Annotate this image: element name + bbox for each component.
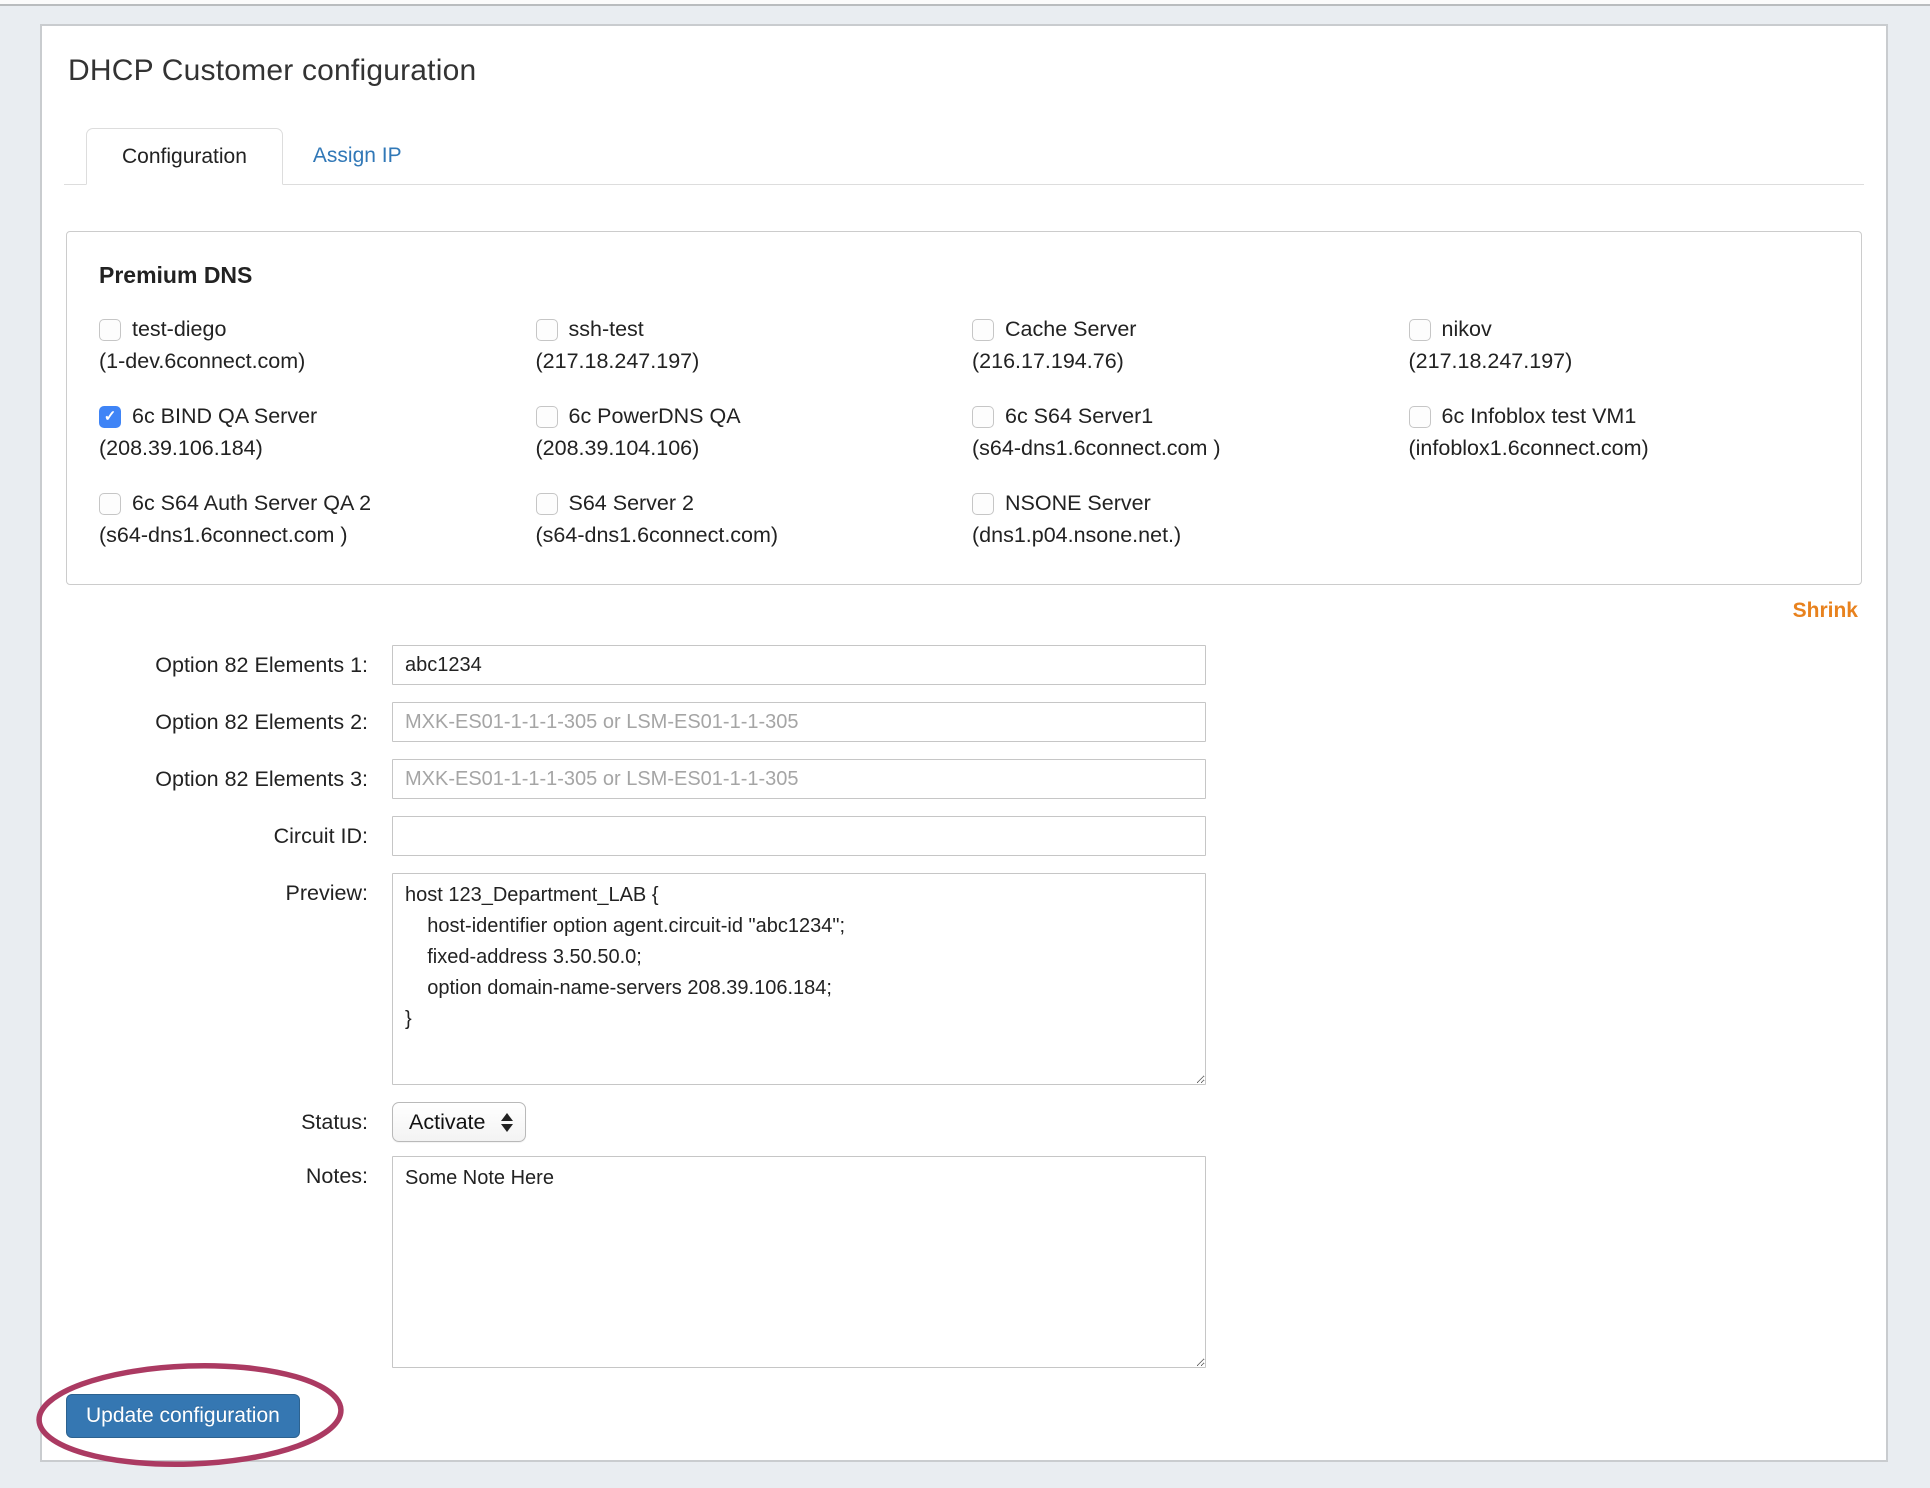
- option82-2-row: Option 82 Elements 2:: [42, 702, 1886, 742]
- tab-bar: Configuration Assign IP: [64, 128, 1864, 185]
- dns-checkbox[interactable]: [536, 493, 558, 515]
- dns-server-host: (216.17.194.76): [972, 349, 1393, 374]
- dns-server-name: ssh-test: [569, 317, 644, 342]
- dns-server-host: (1-dev.6connect.com): [99, 349, 520, 374]
- select-arrows-icon: [501, 1113, 513, 1132]
- dns-server-name: 6c BIND QA Server: [132, 404, 317, 429]
- dns-server-option[interactable]: S64 Server 2 (s64-dns1.6connect.com): [536, 491, 957, 548]
- dns-server-option[interactable]: 6c S64 Auth Server QA 2 (s64-dns1.6conne…: [99, 491, 520, 548]
- option82-1-input[interactable]: [392, 645, 1206, 685]
- dns-server-name: NSONE Server: [1005, 491, 1151, 516]
- update-configuration-button[interactable]: Update configuration: [66, 1394, 300, 1438]
- dns-checkbox[interactable]: [1409, 406, 1431, 428]
- dns-server-name: Cache Server: [1005, 317, 1136, 342]
- dns-server-option[interactable]: NSONE Server (dns1.p04.nsone.net.): [972, 491, 1393, 548]
- dhcp-configuration-card: DHCP Customer configuration Configuratio…: [40, 24, 1888, 1462]
- dns-checkbox[interactable]: [972, 406, 994, 428]
- preview-textarea[interactable]: host 123_Department_LAB { host-identifie…: [392, 873, 1206, 1085]
- dns-checkbox[interactable]: ✓: [99, 406, 121, 428]
- status-row: Status: Activate: [42, 1102, 1886, 1142]
- option82-1-label: Option 82 Elements 1:: [42, 645, 392, 685]
- circuit-id-row: Circuit ID:: [42, 816, 1886, 856]
- dns-server-option[interactable]: test-diego (1-dev.6connect.com): [99, 317, 520, 374]
- status-selected-value: Activate: [409, 1110, 485, 1135]
- dns-server-option[interactable]: 6c PowerDNS QA (208.39.104.106): [536, 404, 957, 461]
- page-title: DHCP Customer configuration: [68, 54, 1886, 88]
- dns-server-host: (s64-dns1.6connect.com ): [972, 436, 1393, 461]
- circuit-id-label: Circuit ID:: [42, 816, 392, 856]
- button-row: Update configuration: [66, 1394, 1886, 1438]
- dns-server-option[interactable]: nikov (217.18.247.197): [1409, 317, 1830, 374]
- preview-row: Preview: host 123_Department_LAB { host-…: [42, 873, 1886, 1085]
- dns-checkbox[interactable]: [536, 406, 558, 428]
- dns-server-name: 6c S64 Auth Server QA 2: [132, 491, 371, 516]
- status-select[interactable]: Activate: [392, 1102, 526, 1142]
- dns-checkbox[interactable]: [972, 493, 994, 515]
- premium-dns-panel: Premium DNS test-diego (1-dev.6connect.c…: [66, 231, 1862, 585]
- dns-server-host: (dns1.p04.nsone.net.): [972, 523, 1393, 548]
- preview-label: Preview:: [42, 873, 392, 1085]
- tab-assign-ip[interactable]: Assign IP: [283, 128, 432, 184]
- dns-server-option[interactable]: Cache Server (216.17.194.76): [972, 317, 1393, 374]
- option82-1-row: Option 82 Elements 1:: [42, 645, 1886, 685]
- dns-server-host: (s64-dns1.6connect.com ): [99, 523, 520, 548]
- shrink-link[interactable]: Shrink: [1793, 599, 1858, 622]
- dns-server-host: (s64-dns1.6connect.com): [536, 523, 957, 548]
- dns-server-name: 6c Infoblox test VM1: [1442, 404, 1637, 429]
- dns-server-option[interactable]: ssh-test (217.18.247.197): [536, 317, 957, 374]
- option82-2-label: Option 82 Elements 2:: [42, 702, 392, 742]
- dns-checkbox[interactable]: [99, 493, 121, 515]
- tab-configuration[interactable]: Configuration: [86, 128, 283, 185]
- dns-server-grid: test-diego (1-dev.6connect.com) ssh-test…: [99, 317, 1829, 548]
- dns-server-host: (217.18.247.197): [1409, 349, 1830, 374]
- dns-server-host: (208.39.106.184): [99, 436, 520, 461]
- dns-server-host: (217.18.247.197): [536, 349, 957, 374]
- dns-server-option[interactable]: 6c S64 Server1 (s64-dns1.6connect.com ): [972, 404, 1393, 461]
- dns-server-name: 6c S64 Server1: [1005, 404, 1153, 429]
- notes-textarea[interactable]: Some Note Here: [392, 1156, 1206, 1368]
- dns-checkbox[interactable]: [99, 319, 121, 341]
- browser-top-strip: [0, 0, 1930, 6]
- status-label: Status:: [42, 1102, 392, 1142]
- notes-row: Notes: Some Note Here: [42, 1156, 1886, 1368]
- dns-server-host: (infoblox1.6connect.com): [1409, 436, 1830, 461]
- option82-3-row: Option 82 Elements 3:: [42, 759, 1886, 799]
- shrink-row: Shrink: [42, 599, 1858, 623]
- dns-server-host: (208.39.104.106): [536, 436, 957, 461]
- dns-server-option[interactable]: 6c Infoblox test VM1 (infoblox1.6connect…: [1409, 404, 1830, 461]
- dns-server-name: test-diego: [132, 317, 226, 342]
- configuration-form: Option 82 Elements 1: Option 82 Elements…: [42, 645, 1886, 1368]
- notes-label: Notes:: [42, 1156, 392, 1368]
- dns-checkbox[interactable]: [972, 319, 994, 341]
- option82-2-input[interactable]: [392, 702, 1206, 742]
- dns-checkbox[interactable]: [1409, 319, 1431, 341]
- dns-server-name: nikov: [1442, 317, 1492, 342]
- option82-3-input[interactable]: [392, 759, 1206, 799]
- dns-checkbox[interactable]: [536, 319, 558, 341]
- dns-server-name: S64 Server 2: [569, 491, 694, 516]
- dns-server-option[interactable]: ✓ 6c BIND QA Server (208.39.106.184): [99, 404, 520, 461]
- dns-server-name: 6c PowerDNS QA: [569, 404, 741, 429]
- premium-dns-title: Premium DNS: [99, 262, 1829, 289]
- option82-3-label: Option 82 Elements 3:: [42, 759, 392, 799]
- circuit-id-input[interactable]: [392, 816, 1206, 856]
